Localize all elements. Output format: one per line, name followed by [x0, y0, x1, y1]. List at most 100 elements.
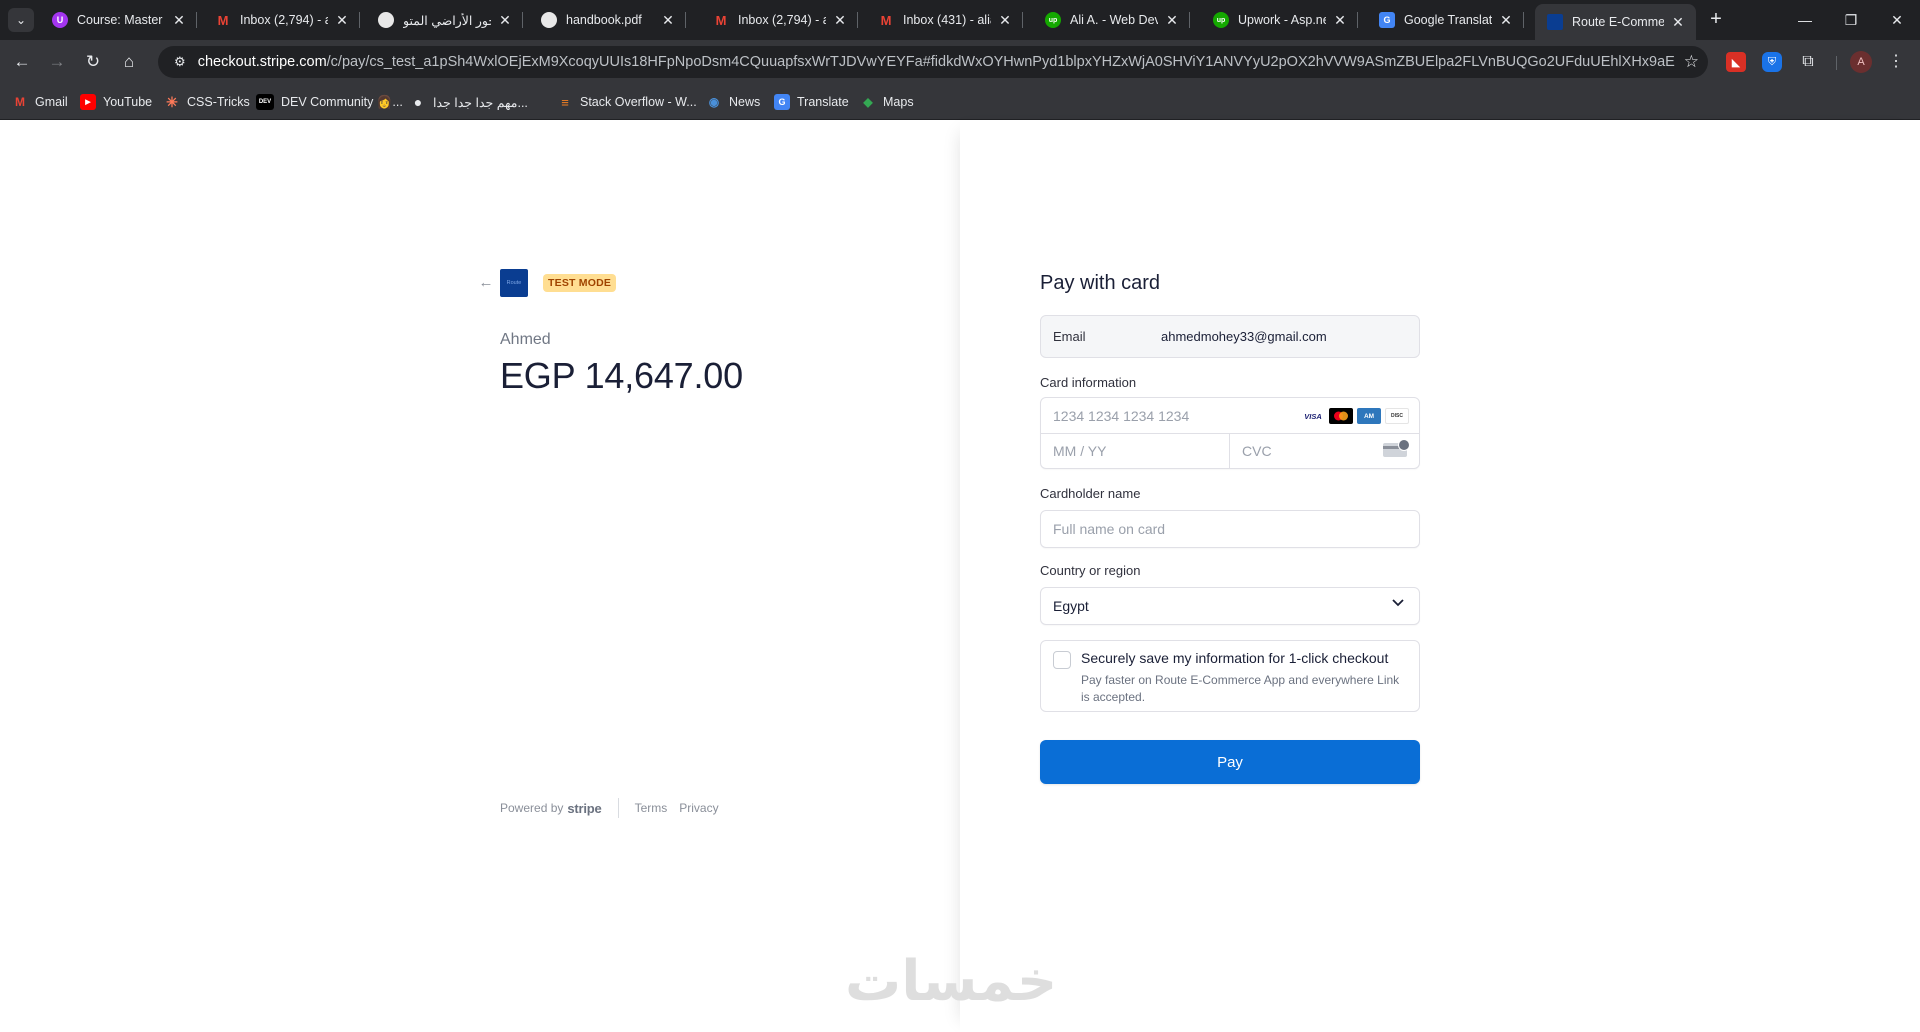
- bookmark-star-icon[interactable]: ☆: [1675, 52, 1708, 72]
- browser-tab[interactable]: M Inbox (2,794) - ali ✕: [701, 4, 858, 36]
- bookmark-youtube[interactable]: ▶ YouTube: [80, 91, 152, 113]
- url-text[interactable]: checkout.stripe.com/c/pay/cs_test_a1pSh4…: [194, 54, 1675, 70]
- close-tab-icon[interactable]: ✕: [832, 12, 848, 29]
- country-region-label: Country or region: [1040, 563, 1141, 578]
- pdf-icon: [541, 12, 557, 28]
- site-icon: [378, 12, 394, 28]
- browser-tab[interactable]: G Google Translate ✕: [1367, 4, 1524, 36]
- browser-tab-active[interactable]: Route E-Commerce ✕: [1535, 4, 1696, 40]
- youtube-icon: ▶: [80, 94, 96, 110]
- bookmark-gmail[interactable]: M Gmail: [12, 91, 68, 113]
- bookmark-stack-overflow[interactable]: ≡ Stack Overflow - W...: [557, 91, 696, 113]
- expiry-placeholder: MM / YY: [1053, 443, 1107, 459]
- bookmark-label: News: [729, 95, 761, 109]
- save-info-checkbox[interactable]: [1053, 651, 1071, 669]
- bookmark-news[interactable]: ◉ News: [706, 91, 761, 113]
- bookmarks-bar: M Gmail ▶ YouTube ✳ CSS-Tricks DEV DEV C…: [0, 84, 1920, 120]
- new-tab-icon[interactable]: +: [1704, 8, 1728, 32]
- route-icon: [1547, 14, 1563, 30]
- bookmark-github[interactable]: ● مهم جدا جدا جدا...: [410, 91, 528, 113]
- browser-tab[interactable]: handbook.pdf ✕: [529, 4, 686, 36]
- logo-text: Route: [506, 280, 522, 286]
- url-host: checkout.stripe.com: [197, 54, 327, 70]
- close-tab-icon[interactable]: ✕: [1332, 12, 1348, 29]
- checkout-page: ← Route TEST MODE Ahmed EGP 14,647.00 Po…: [0, 120, 1920, 1032]
- card-information-label: Card information: [1040, 375, 1137, 390]
- extension-icon[interactable]: ◣: [1726, 52, 1746, 72]
- cardholder-name-input[interactable]: [1041, 511, 1419, 547]
- gmail-icon: M: [217, 12, 229, 28]
- back-arrow-icon[interactable]: ←: [476, 272, 496, 292]
- browser-tab[interactable]: up Ali A. - Web Devel ✕: [1033, 4, 1190, 36]
- close-tab-icon[interactable]: ✕: [1164, 12, 1180, 29]
- extensions-puzzle-icon[interactable]: ⧉: [1798, 52, 1818, 72]
- site-info-icon[interactable]: ⚙: [166, 54, 194, 70]
- browser-tab[interactable]: M Inbox (431) - aliali ✕: [866, 4, 1023, 36]
- shield-extension-icon[interactable]: ⛨: [1762, 52, 1782, 72]
- bookmark-label: Gmail: [35, 95, 68, 109]
- tab-search-dropdown-icon[interactable]: ⌄: [8, 8, 34, 32]
- powered-by-text: Powered by: [500, 801, 564, 815]
- country-select[interactable]: Egypt: [1040, 587, 1420, 625]
- close-tab-icon[interactable]: ✕: [660, 12, 676, 29]
- forward-icon[interactable]: →: [43, 48, 71, 76]
- bookmark-label: DEV Community 👩‍...: [281, 94, 403, 109]
- minimize-icon[interactable]: —: [1782, 0, 1828, 40]
- cvc-input[interactable]: CVC: [1230, 434, 1419, 468]
- tab-title: Inbox (2,794) - ali: [738, 13, 826, 27]
- merchant-logo: Route: [500, 269, 528, 297]
- browser-tab[interactable]: U Course: Master AS ✕: [40, 4, 197, 36]
- cvc-card-icon: [1383, 439, 1410, 457]
- reload-icon[interactable]: ↻: [79, 48, 107, 76]
- email-field[interactable]: Email ahmedmohey33@gmail.com: [1040, 315, 1420, 358]
- terms-link[interactable]: Terms: [635, 801, 668, 815]
- mastercard-icon: [1329, 408, 1353, 424]
- expiry-input[interactable]: MM / YY: [1041, 434, 1230, 468]
- tab-title: Route E-Commerce: [1572, 15, 1664, 29]
- close-tab-icon[interactable]: ✕: [1498, 12, 1514, 29]
- order-summary-pane: ← Route TEST MODE Ahmed EGP 14,647.00 Po…: [0, 120, 960, 1032]
- close-tab-icon[interactable]: ✕: [334, 12, 350, 29]
- close-tab-icon[interactable]: ✕: [997, 12, 1013, 29]
- browser-tab[interactable]: محور الأراضي المتو ✕: [366, 4, 523, 36]
- stripe-logo[interactable]: stripe: [567, 801, 601, 816]
- udemy-icon: U: [52, 12, 68, 28]
- browser-tab[interactable]: up Upwork - Asp.net ✕: [1201, 4, 1358, 36]
- bookmark-maps[interactable]: ◆ Maps: [860, 91, 913, 113]
- save-info-title: Securely save my information for 1-click…: [1081, 650, 1389, 666]
- github-icon: ●: [413, 94, 423, 110]
- close-window-icon[interactable]: ✕: [1874, 0, 1920, 40]
- pay-button[interactable]: Pay: [1040, 740, 1420, 784]
- stackoverflow-icon: ≡: [561, 94, 569, 110]
- close-tab-icon[interactable]: ✕: [497, 12, 513, 29]
- close-tab-icon[interactable]: ✕: [1670, 14, 1686, 31]
- bookmark-translate[interactable]: G Translate: [774, 91, 849, 113]
- home-icon[interactable]: ⌂: [115, 48, 143, 76]
- bookmark-label: Translate: [797, 95, 849, 109]
- privacy-link[interactable]: Privacy: [679, 801, 718, 815]
- checkout-footer: Powered by stripe Terms Privacy: [500, 798, 731, 818]
- bookmark-css-tricks[interactable]: ✳ CSS-Tricks: [164, 91, 250, 113]
- email-label: Email: [1053, 329, 1086, 344]
- tab-title: handbook.pdf: [566, 13, 642, 27]
- cardholder-name-label: Cardholder name: [1040, 486, 1141, 501]
- browser-tab[interactable]: M Inbox (2,794) - ali ✕: [203, 4, 360, 36]
- save-info-subtitle: Pay faster on Route E-Commerce App and e…: [1081, 673, 1400, 704]
- close-tab-icon[interactable]: ✕: [171, 12, 187, 29]
- discover-icon: DISC: [1385, 408, 1409, 424]
- back-icon[interactable]: ←: [8, 48, 36, 76]
- card-number-input[interactable]: 1234 1234 1234 1234 VISA AM DISC: [1041, 398, 1419, 434]
- bookmark-label: مهم جدا جدا جدا...: [433, 95, 528, 110]
- news-icon: ◉: [708, 95, 720, 109]
- tab-title: Inbox (2,794) - ali: [240, 13, 328, 27]
- address-bar[interactable]: ⚙ checkout.stripe.com/c/pay/cs_test_a1pS…: [158, 46, 1708, 78]
- merchant-name: Ahmed: [500, 331, 551, 348]
- upwork-icon: up: [1045, 12, 1061, 28]
- browser-menu-icon[interactable]: ⋮: [1886, 50, 1906, 74]
- amex-icon: AM: [1357, 408, 1381, 424]
- profile-avatar[interactable]: A: [1850, 51, 1872, 73]
- restore-icon[interactable]: ❐: [1828, 0, 1874, 40]
- tab-title: Inbox (431) - aliali: [903, 13, 991, 27]
- cardholder-name-field[interactable]: [1040, 510, 1420, 548]
- bookmark-dev-community[interactable]: DEV DEV Community 👩‍...: [256, 91, 403, 113]
